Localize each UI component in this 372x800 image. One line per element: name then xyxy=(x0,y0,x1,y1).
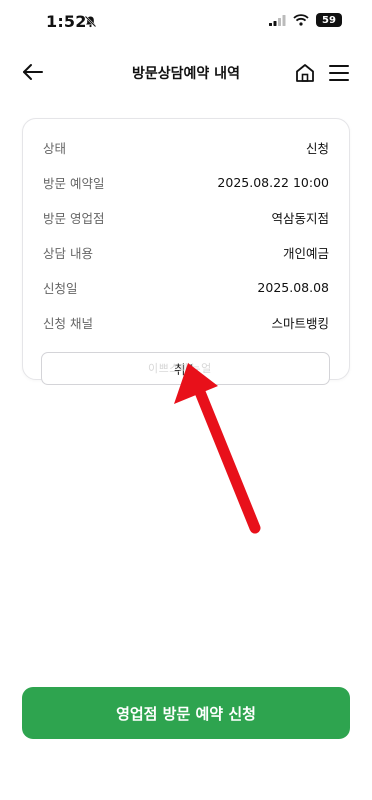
detail-value: 스마트뱅킹 xyxy=(271,315,329,331)
detail-label: 신청일 xyxy=(43,280,78,296)
menu-button[interactable] xyxy=(326,61,352,85)
detail-row-branch: 방문 영업점 역삼동지점 xyxy=(43,206,329,228)
detail-row-status: 상태 신청 xyxy=(43,136,329,158)
home-icon xyxy=(296,64,314,82)
detail-value: 개인예금 xyxy=(282,245,329,261)
status-icons: 59 xyxy=(269,13,342,27)
battery-icon: 59 xyxy=(316,13,342,27)
bell-slash-icon xyxy=(84,15,97,28)
detail-value: 2025.08.08 xyxy=(257,279,329,295)
top-nav: 방문상담예약 내역 xyxy=(0,50,372,94)
detail-label: 상태 xyxy=(43,140,67,156)
page: 1:52 59 방문상담예약 내역 상태 신청 방문 예약일 2025.08.2… xyxy=(0,0,372,800)
detail-label: 방문 영업점 xyxy=(43,210,105,226)
status-bar: 1:52 59 xyxy=(0,0,372,44)
cancel-button[interactable]: 취소 xyxy=(41,352,330,385)
wifi-icon xyxy=(293,14,309,26)
signal-icon xyxy=(269,14,286,26)
detail-value: 신청 xyxy=(305,140,329,156)
detail-label: 방문 예약일 xyxy=(43,175,105,191)
detail-label: 신청 채널 xyxy=(43,315,93,331)
detail-row-consult-content: 상담 내용 개인예금 xyxy=(43,241,329,263)
cta-label: 영업점 방문 예약 신청 xyxy=(116,704,256,723)
detail-row-apply-date: 신청일 2025.08.08 xyxy=(43,276,329,298)
detail-row-channel: 신청 채널 스마트뱅킹 xyxy=(43,311,329,333)
cancel-button-label: 취소 xyxy=(173,362,197,377)
branch-visit-reservation-button[interactable]: 영업점 방문 예약 신청 xyxy=(22,687,350,739)
status-time: 1:52 xyxy=(46,12,87,31)
home-button[interactable] xyxy=(293,61,317,85)
reservation-detail-card: 상태 신청 방문 예약일 2025.08.22 10:00 방문 영업점 역삼동… xyxy=(22,118,350,380)
detail-value: 역삼동지점 xyxy=(271,210,329,226)
detail-label: 상담 내용 xyxy=(43,245,93,261)
menu-icon xyxy=(329,65,349,81)
detail-value: 2025.08.22 10:00 xyxy=(217,174,329,190)
detail-row-visit-date: 방문 예약일 2025.08.22 10:00 xyxy=(43,171,329,193)
